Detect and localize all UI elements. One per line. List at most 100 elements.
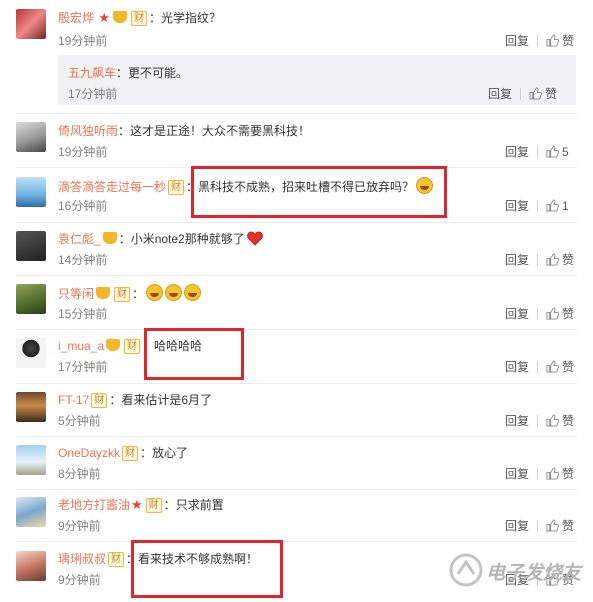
avatar[interactable] [16,445,46,475]
reply-username[interactable]: 五九飙车 [68,66,116,80]
username[interactable]: FT-17 [58,393,89,407]
like-count[interactable]: 赞 [562,34,574,48]
wealth-badge: 财 [145,498,162,513]
timestamp: 9分钟前 [58,573,101,587]
reply-button[interactable]: 回复 [505,519,529,533]
vip-icon [113,11,128,23]
reply-box: 五九飙车：更不可能。 17分钟前 回复赞 [58,55,576,105]
wealth-badge: 财 [108,552,125,567]
reply-button[interactable]: 回复 [505,414,529,428]
reply-actions: 回复 赞 [488,85,557,102]
timestamp: 19分钟前 [58,34,108,48]
like-count[interactable]: 赞 [562,519,574,533]
like-count[interactable]: 赞 [562,467,574,481]
reply-button[interactable]: 回复 [505,307,529,321]
wealth-badge: 财 [168,180,185,195]
reply-button[interactable]: 回复 [505,34,529,48]
star-icon: ★ [131,497,143,512]
highlight-box [131,540,283,598]
timestamp: 9分钟前 [58,519,101,533]
avatar[interactable] [16,231,46,261]
wealth-badge: 财 [131,11,148,26]
timestamp: 19分钟前 [58,145,108,159]
thumbs-up-icon[interactable] [546,34,560,47]
heart-emoji-icon [246,231,263,246]
username[interactable]: OneDayzkk [58,446,120,460]
thumbs-up-icon[interactable] [546,360,560,373]
reply-button[interactable]: 回复 [505,145,529,159]
watermark: 电子发烧友 [448,544,588,598]
laughing-emoji-icon [165,284,183,301]
like-count[interactable]: 赞 [562,360,574,374]
timestamp: 16分钟前 [58,199,108,213]
like-count[interactable]: 赞 [562,253,574,267]
reply-button[interactable]: 回复 [505,467,529,481]
timestamp: 15分钟前 [58,307,108,321]
comment-text: 看来估计是6月了 [121,393,213,407]
username[interactable]: 倚风独听雨 [58,124,118,138]
reply-button[interactable]: 回复 [505,199,529,213]
reply-button[interactable]: 回复 [505,360,529,374]
like-count[interactable]: 赞 [562,307,574,321]
wealth-badge: 财 [114,287,131,302]
vip-icon [96,287,111,299]
wealth-badge: 财 [91,393,108,408]
username[interactable]: 老地方打酱油 [58,498,130,512]
divider [16,436,577,437]
thumbs-up-icon[interactable] [546,145,560,158]
thumbs-up-icon[interactable] [546,519,560,532]
timestamp: 14分钟前 [58,253,108,267]
thumbs-up-icon[interactable] [546,414,560,427]
like-count[interactable]: 赞 [562,414,574,428]
avatar[interactable] [16,497,46,527]
comment-text: 光学指纹？ [161,11,222,25]
wealth-badge: 财 [124,339,141,354]
vip-icon [106,339,121,351]
watermark-logo-icon [449,553,483,587]
like-count[interactable]: 赞 [545,87,557,101]
username[interactable]: 只等闲 [58,287,94,301]
comment-actions: 回复 赞 [505,518,574,534]
avatar[interactable] [16,9,46,39]
divider [16,383,577,384]
username[interactable]: 瑀琍叔叔 [58,552,106,566]
avatar[interactable] [16,551,46,581]
divider [16,489,577,490]
avatar[interactable] [16,122,46,152]
avatar[interactable] [16,338,46,368]
username[interactable]: 袁仁彪_ [58,232,101,246]
like-count[interactable]: 5 [562,145,569,159]
comment-actions: 回复 赞 [505,359,574,375]
thumbs-up-icon[interactable] [546,253,560,266]
reply-timestamp: 17分钟前 [68,87,118,101]
comment-text: 放心了 [152,446,189,460]
thumbs-up-icon[interactable] [529,87,543,100]
timestamp: 8分钟前 [58,467,101,481]
username[interactable]: 滴答滴答走过每一秒 [58,180,166,194]
reply-button[interactable]: 回复 [505,253,529,267]
laughing-emoji-icon [146,284,164,301]
reply-button[interactable]: 回复 [488,87,512,101]
thumbs-up-icon[interactable] [546,199,560,212]
comment-actions: 回复 赞 [505,466,574,482]
comment-actions: 回复 赞 [505,33,574,49]
comment-actions: 回复 赞 [505,252,574,268]
wealth-badge: 财 [122,446,139,461]
comment-actions: 回复 赞 [505,413,574,429]
watermark-text: 电子发烧友 [486,563,582,584]
divider [16,329,577,330]
username[interactable]: 殷宏烨 [58,11,94,25]
avatar[interactable] [16,392,46,422]
avatar[interactable] [16,284,46,314]
laughing-emoji-icon [184,284,202,301]
avatar[interactable] [16,177,46,207]
thumbs-up-icon[interactable] [546,467,560,480]
thumbs-up-icon[interactable] [546,307,560,320]
timestamp: 5分钟前 [58,414,101,428]
vip-icon [102,232,117,244]
like-count[interactable]: 1 [562,199,569,213]
username[interactable]: i_mua_a [58,339,104,353]
comment-text: 只求前置 [175,498,224,512]
comment-actions: 回复 1 [505,198,569,214]
divider [16,222,577,223]
